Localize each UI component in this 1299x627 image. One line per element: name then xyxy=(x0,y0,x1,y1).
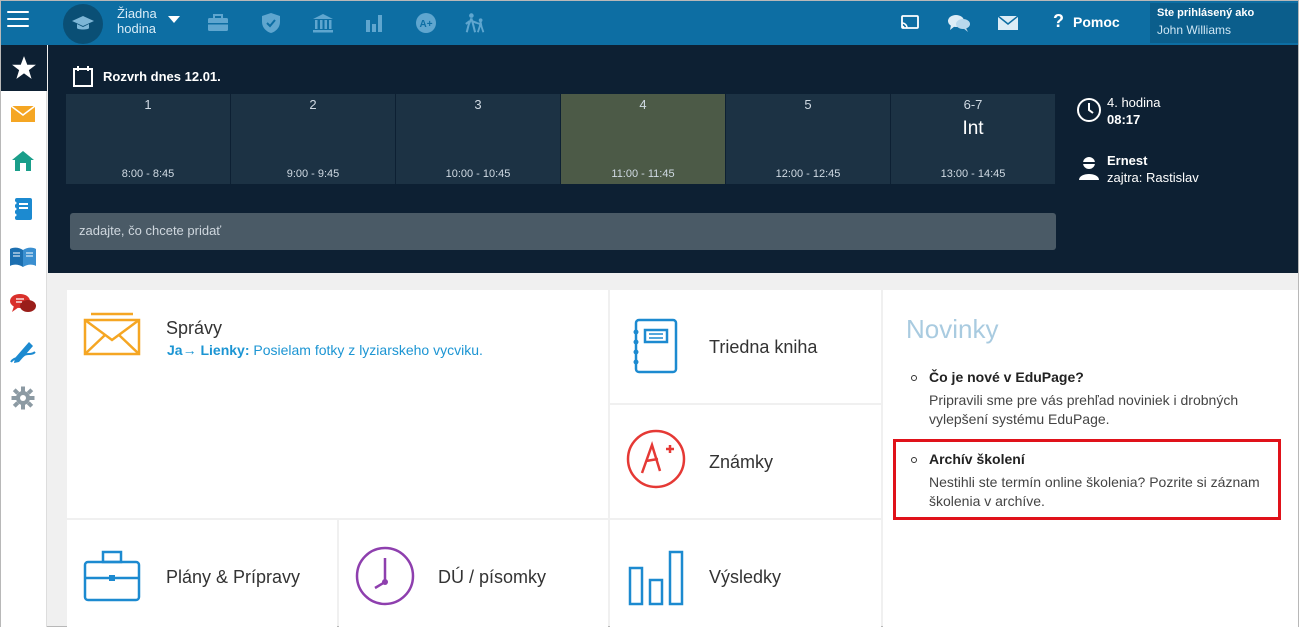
period-time: 12:00 - 12:45 xyxy=(775,168,841,180)
add-entry-input[interactable]: zadajte, čo chcete pridať xyxy=(70,213,1056,250)
current-time: 08:17 xyxy=(1107,112,1141,127)
news-heading[interactable]: Archív školení xyxy=(929,451,1271,467)
parent-child-icon[interactable] xyxy=(464,11,488,35)
class-book-icon xyxy=(630,318,678,379)
calendar-icon xyxy=(73,66,93,87)
period-2[interactable]: 2 9:00 - 9:45 xyxy=(231,94,395,184)
hour-selector-line1: Žiadna xyxy=(117,6,157,21)
pen-signature-icon[interactable] xyxy=(9,337,37,365)
news-title: Novinky xyxy=(906,314,999,344)
chat-icon[interactable] xyxy=(947,11,971,35)
graduation-cap-icon[interactable] xyxy=(63,4,103,44)
sidebar-mail-icon[interactable] xyxy=(9,100,37,128)
news-heading[interactable]: Čo je nové v EduPage? xyxy=(929,369,1271,385)
period-time: 13:00 - 14:45 xyxy=(940,168,1006,180)
person-icon xyxy=(1078,155,1100,186)
period-number: 5 xyxy=(804,97,812,112)
period-6-7[interactable]: 6-7 Int 13:00 - 14:45 xyxy=(891,94,1055,184)
mail-icon[interactable] xyxy=(996,11,1020,35)
period-time: 11:00 - 11:45 xyxy=(611,168,675,180)
period-time: 10:00 - 10:45 xyxy=(445,168,511,180)
bullet xyxy=(911,457,917,463)
period-number: 2 xyxy=(309,97,317,112)
homework-label: DÚ / písomky xyxy=(438,567,547,587)
grades-label: Známky xyxy=(709,452,774,472)
hour-selector[interactable]: Žiadna hodina xyxy=(117,6,157,36)
news-item[interactable]: Čo je nové v EduPage? Pripravili sme pre… xyxy=(911,369,1271,429)
current-hour-info: 4. hodina 08:17 xyxy=(1107,94,1161,128)
home-icon[interactable] xyxy=(9,147,37,175)
period-subject: Int xyxy=(962,118,984,139)
question-icon: ? xyxy=(1053,11,1064,31)
period-number: 6-7 xyxy=(963,97,983,112)
period-4-current[interactable]: 4 11:00 - 11:45 xyxy=(561,94,725,184)
message-text: Posielam fotky z lyziarskeho vycviku. xyxy=(253,342,483,358)
caret-down-icon[interactable] xyxy=(168,16,180,23)
clock-tile-icon xyxy=(355,546,415,611)
bar-chart-icon[interactable] xyxy=(362,11,386,35)
grade-a-plus-icon[interactable]: A+ xyxy=(414,11,438,35)
news-text: Nestihli ste termín online školenia? Poz… xyxy=(929,474,1260,509)
tile-results[interactable]: Výsledky xyxy=(610,520,881,627)
period-time: 8:00 - 8:45 xyxy=(121,168,175,180)
message-from: Ja xyxy=(167,342,183,358)
period-number: 1 xyxy=(144,97,152,112)
tile-class-book[interactable]: Triedna kniha xyxy=(610,290,881,403)
tile-grades[interactable]: Známky xyxy=(610,405,881,518)
hour-selector-line2: hodina xyxy=(117,21,157,36)
plans-label: Plány & Prípravy xyxy=(166,567,301,587)
star-icon[interactable] xyxy=(1,45,47,91)
tile-homework[interactable]: DÚ / písomky xyxy=(339,520,608,627)
duty-tomorrow: zajtra: Rastislav xyxy=(1107,170,1199,185)
help-button[interactable]: ? Pomoc xyxy=(1053,11,1120,32)
svg-text:A+: A+ xyxy=(419,19,432,30)
period-1[interactable]: 1 8:00 - 8:45 xyxy=(66,94,230,184)
news-text: Pripravili sme pre vás prehľad noviniek … xyxy=(929,392,1239,427)
tile-messages[interactable]: Správy Ja→ Lienky: Posielam fotky z lyzi… xyxy=(67,290,608,518)
current-hour: 4. hodina xyxy=(1107,95,1161,110)
menu-icon[interactable] xyxy=(7,11,29,31)
clock-icon xyxy=(1076,97,1102,128)
period-time: 9:00 - 9:45 xyxy=(286,168,340,180)
last-message[interactable]: Ja→ Lienky: Posielam fotky z lyziarskeho… xyxy=(167,342,483,358)
class-book-label: Triedna kniha xyxy=(709,337,818,357)
user-account-box[interactable]: Ste prihlásený ako John Williams xyxy=(1150,3,1298,43)
top-bar: Žiadna hodina A+ ? Pomoc Ste prihlásený … xyxy=(1,1,1298,45)
envelope-icon xyxy=(83,312,141,361)
news-panel: Novinky Čo je nové v EduPage? Pripravili… xyxy=(883,290,1298,627)
gear-icon[interactable] xyxy=(9,384,37,412)
user-name: John Williams xyxy=(1157,23,1232,37)
grade-icon xyxy=(626,429,686,494)
messages-label: Správy xyxy=(166,318,223,338)
period-5[interactable]: 5 12:00 - 12:45 xyxy=(726,94,890,184)
timetable-panel: Rozvrh dnes 12.01. 1 8:00 - 8:45 2 9:00 … xyxy=(48,45,1298,273)
bank-icon[interactable] xyxy=(311,11,335,35)
period-number: 4 xyxy=(639,97,647,112)
open-book-icon[interactable] xyxy=(9,243,37,271)
discussion-icon[interactable] xyxy=(9,290,37,318)
logged-in-label: Ste prihlásený ako xyxy=(1157,7,1255,19)
help-label: Pomoc xyxy=(1073,13,1120,30)
briefcase-icon[interactable] xyxy=(206,11,230,35)
cast-screen-icon[interactable] xyxy=(898,11,922,35)
duty-name: Ernest xyxy=(1107,153,1148,168)
news-item[interactable]: Archív školení Nestihli ste termín onlin… xyxy=(911,451,1271,511)
message-arrow: → xyxy=(182,342,197,358)
timetable-title-text: Rozvrh dnes 12.01. xyxy=(103,68,221,84)
period-3[interactable]: 3 10:00 - 10:45 xyxy=(396,94,560,184)
timetable-title[interactable]: Rozvrh dnes 12.01. xyxy=(73,65,221,87)
tile-plans[interactable]: Plány & Prípravy xyxy=(67,520,337,627)
notebook-icon[interactable] xyxy=(9,195,37,223)
sidebar xyxy=(1,45,47,627)
results-chart-icon xyxy=(628,550,684,611)
briefcase-tile-icon xyxy=(83,550,141,607)
shield-icon[interactable] xyxy=(259,11,283,35)
message-to: Lienky: xyxy=(200,342,250,358)
supervisor-info: Ernest zajtra: Rastislav xyxy=(1107,152,1199,186)
bullet xyxy=(911,375,917,381)
results-label: Výsledky xyxy=(709,567,782,587)
period-number: 3 xyxy=(474,97,482,112)
